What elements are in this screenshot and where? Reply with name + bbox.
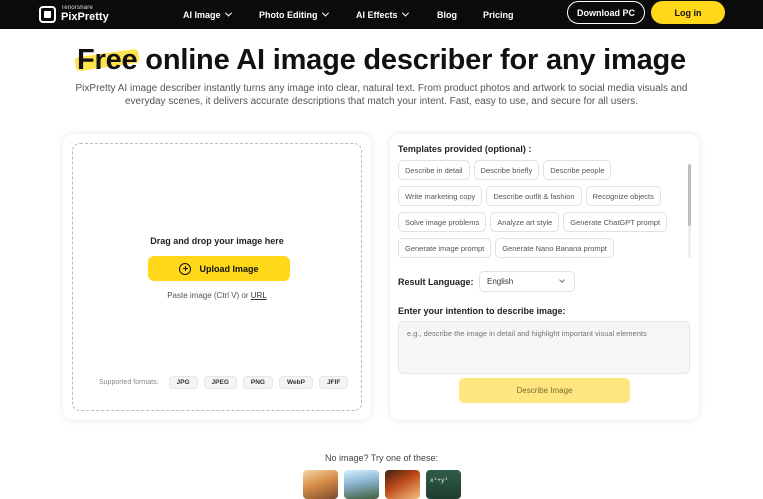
options-card: Templates provided (optional) : Describe… [390,134,699,420]
nav-ai-image-label: AI Image [183,9,221,20]
format-badge: JPEG [203,376,237,389]
logo-icon [39,5,56,23]
format-badge: JPG [168,376,198,389]
paste-text: Paste image (Ctrl V) or [167,291,251,300]
chevron-down-icon [559,277,565,283]
format-badge: JFIF [318,376,349,389]
describe-image-button[interactable]: Describe Image [459,378,630,403]
supported-formats: Supported formats: JPG JPEG PNG WebP JFI… [99,376,349,389]
templates-scrollbar[interactable] [688,164,691,258]
intent-label: Enter your intention to describe image: [398,306,566,316]
sample-images-label: No image? Try one of these: [324,453,439,463]
template-chip[interactable]: Generate Nano Banana prompt [495,238,614,258]
result-language-label: Result Language: [398,277,474,287]
selected-language: English [487,277,514,286]
sample-images [303,470,461,499]
format-badge: WebP [278,376,313,389]
plus-circle-icon [179,262,192,275]
formats-label: Supported formats: [99,379,159,386]
login-button[interactable]: Log in [651,1,725,24]
upload-button-label: Upload Image [199,263,259,274]
brand-name: PixPretty [61,11,109,23]
page-title: Free online AI image describer for any i… [0,44,763,77]
top-navbar: Tenorshare PixPretty AI Image Photo Edit… [0,0,763,29]
format-badge: PNG [242,376,273,389]
template-chip[interactable]: Describe in detail [398,160,470,180]
url-link[interactable]: URL [251,291,267,300]
template-chip[interactable]: Recognize objects [585,186,661,206]
template-chip[interactable]: Describe outfit & fashion [486,186,582,206]
nav-photo-editing-label: Photo Editing [259,9,318,20]
nav-pricing-label: Pricing [483,9,514,20]
template-chip[interactable]: Write marketing copy [398,186,483,206]
dropzone-text: Drag and drop your image here [150,236,284,246]
template-chip[interactable]: Generate image prompt [398,238,492,258]
template-chip[interactable]: Describe briefly [473,160,540,180]
nav-pricing[interactable]: Pricing [483,0,514,29]
sample-image[interactable] [344,470,379,499]
nav-blog[interactable]: Blog [437,0,457,29]
brand-logo[interactable]: Tenorshare PixPretty [39,3,109,25]
upload-card: Drag and drop your image here Upload Ima… [63,134,371,420]
title-rest: online AI image describer for any image [137,44,686,76]
chevron-down-icon [401,9,409,17]
template-chip[interactable]: Generate ChatGPT prompt [563,212,668,232]
nav-photo-editing[interactable]: Photo Editing [259,0,329,29]
sample-image[interactable] [426,470,461,499]
chevron-down-icon [224,9,232,17]
result-language-select[interactable]: English [479,271,575,292]
templates-label: Templates provided (optional) : [398,144,532,154]
intent-input[interactable] [398,321,690,374]
image-dropzone[interactable]: Drag and drop your image here Upload Ima… [72,143,362,411]
nav-ai-image[interactable]: AI Image [183,0,232,29]
template-chip[interactable]: Solve image problems [398,212,487,232]
brand-company: Tenorshare [61,5,94,11]
nav-ai-effects[interactable]: AI Effects [356,0,409,29]
title-highlight: Free [76,44,138,76]
chevron-down-icon [321,9,329,17]
template-chip[interactable]: Analyze art style [490,212,560,232]
nav-ai-effects-label: AI Effects [356,9,398,20]
paste-hint: Paste image (Ctrl V) or URL [73,291,361,300]
sample-image[interactable] [303,470,338,499]
sample-image[interactable] [385,470,420,499]
scrollbar-thumb[interactable] [688,164,691,226]
nav-blog-label: Blog [437,9,457,20]
template-chip[interactable]: Describe people [543,160,612,180]
upload-image-button[interactable]: Upload Image [148,256,290,281]
download-pc-button[interactable]: Download PC [567,1,645,24]
page-description: PixPretty AI image describer instantly t… [75,83,688,107]
